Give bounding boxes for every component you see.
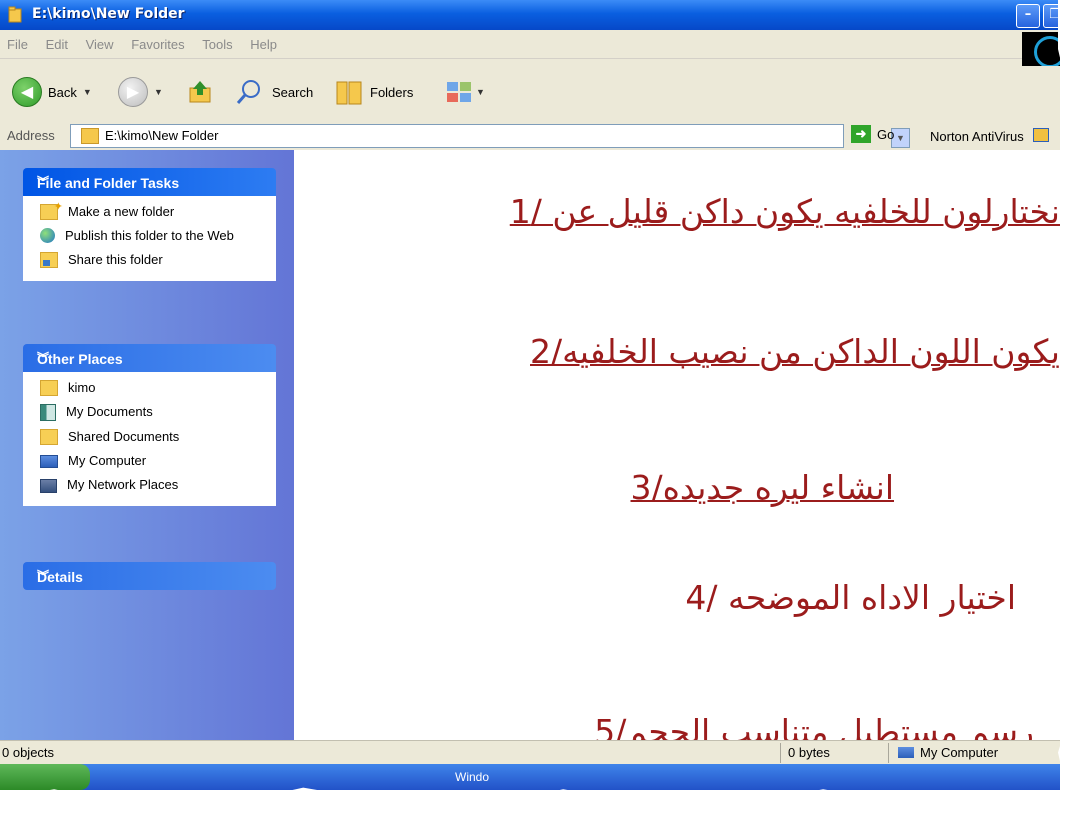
- status-objects: 0 objects: [2, 745, 55, 760]
- toolbar: ◀ Back ▼ ▶ ▼ Search Folders ▼: [0, 66, 1060, 123]
- menu-favorites[interactable]: Favorites: [131, 32, 184, 58]
- other-places-panel: Other Places ︾ kimo My Documents Shared …: [23, 344, 276, 506]
- collapse-chevron-icon[interactable]: ︾: [37, 173, 266, 190]
- windows-logo: [1022, 32, 1060, 68]
- task-label: Make a new folder: [68, 204, 175, 219]
- back-button[interactable]: ◀ Back ▼: [12, 77, 92, 107]
- back-arrow-icon: ◀: [12, 77, 42, 107]
- up-folder-icon: [189, 81, 211, 103]
- collapse-chevron-icon[interactable]: ︾: [37, 349, 266, 366]
- task-publish-folder[interactable]: Publish this folder to the Web: [40, 228, 269, 244]
- network-icon: [40, 479, 57, 493]
- menu-file[interactable]: File: [7, 32, 28, 58]
- folders-icon: [336, 81, 362, 105]
- forward-arrow-icon: ▶: [118, 77, 148, 107]
- place-my-computer[interactable]: My Computer: [40, 453, 269, 469]
- chevron-down-icon[interactable]: ▼: [83, 87, 92, 97]
- place-label: My Computer: [68, 453, 147, 468]
- views-button[interactable]: ▼: [446, 78, 485, 106]
- place-shared-documents[interactable]: Shared Documents: [40, 429, 269, 445]
- instruction-line-2: يكون اللون الداكن من نصيب الخلفيه/2: [530, 332, 1060, 371]
- menu-edit[interactable]: Edit: [46, 32, 68, 58]
- folders-button[interactable]: Folders: [334, 78, 413, 106]
- folder-icon: [8, 6, 24, 23]
- instruction-line-1: نختارلون للخلفيه يكون داكن قليل عن /1: [509, 192, 1060, 231]
- chevron-down-icon: ▼: [476, 87, 485, 97]
- back-label: Back: [48, 84, 77, 100]
- search-label: Search: [272, 84, 314, 100]
- norton-antivirus-button[interactable]: Norton AntiVirus: [930, 128, 1050, 144]
- norton-icon: [1033, 128, 1050, 142]
- computer-icon: [898, 747, 914, 758]
- menu-bar: File Edit View Favorites Tools Help: [0, 32, 1060, 59]
- minimize-button[interactable]: –: [1016, 4, 1040, 28]
- views-icon: [447, 82, 471, 102]
- status-divider: [780, 743, 781, 763]
- menu-help[interactable]: Help: [250, 32, 277, 58]
- menu-view[interactable]: View: [86, 32, 114, 58]
- task-make-new-folder[interactable]: Make a new folder: [40, 199, 269, 220]
- panel-body: kimo My Documents Shared Documents My Co…: [23, 372, 276, 506]
- norton-label: Norton AntiVirus: [930, 129, 1024, 144]
- panel-header[interactable]: File and Folder Tasks ︾: [23, 168, 276, 196]
- taskbar-item[interactable]: Windo: [455, 770, 489, 784]
- file-folder-tasks-panel: File and Folder Tasks ︾ Make a new folde…: [23, 168, 276, 281]
- torn-edge-bottom: [0, 787, 1083, 818]
- window-title: E:\kimo\New Folder: [32, 6, 185, 22]
- start-button[interactable]: [0, 764, 90, 790]
- panel-body: Make a new folder Publish this folder to…: [23, 196, 276, 281]
- address-input[interactable]: E:\kimo\New Folder ▼: [70, 124, 910, 148]
- status-location: My Computer: [898, 745, 998, 760]
- place-my-documents[interactable]: My Documents: [40, 404, 269, 421]
- up-folder-button[interactable]: [188, 78, 214, 106]
- go-arrow-icon: ➜: [851, 125, 871, 143]
- explorer-window: E:\kimo\New Folder – ❐ File Edit View Fa…: [0, 0, 1060, 790]
- new-folder-icon: [40, 199, 63, 220]
- go-label: Go: [877, 126, 895, 142]
- expand-chevron-icon[interactable]: ︾: [37, 567, 266, 584]
- details-panel: Details ︾: [23, 562, 276, 590]
- panel-header[interactable]: Details ︾: [23, 562, 276, 590]
- folders-label: Folders: [370, 84, 414, 100]
- status-bar: 0 objects 0 bytes My Computer: [0, 740, 1060, 765]
- folder-icon: [40, 380, 58, 396]
- forward-button[interactable]: ▶ ▼: [118, 77, 163, 107]
- my-documents-icon: [40, 404, 56, 421]
- task-share-folder[interactable]: Share this folder: [40, 252, 269, 268]
- instruction-line-3: انشاء ليره جديده/3: [630, 468, 895, 507]
- search-icon: [236, 80, 260, 104]
- place-label: kimo: [68, 380, 96, 395]
- restore-button[interactable]: ❐: [1043, 4, 1060, 28]
- status-divider: [888, 743, 889, 763]
- address-value: E:\kimo\New Folder: [105, 128, 219, 143]
- task-label: Share this folder: [68, 252, 163, 267]
- place-label: My Network Places: [67, 477, 179, 492]
- computer-icon: [40, 455, 58, 468]
- status-bytes: 0 bytes: [788, 745, 830, 760]
- place-my-network-places[interactable]: My Network Places: [40, 477, 269, 493]
- place-label: Shared Documents: [68, 429, 180, 444]
- taskbar: Windo: [0, 764, 1060, 790]
- task-pane: File and Folder Tasks ︾ Make a new folde…: [0, 150, 294, 740]
- go-button[interactable]: ➜ Go: [851, 125, 894, 143]
- address-bar: Address E:\kimo\New Folder ▼ ➜ Go Norton…: [0, 122, 1060, 150]
- instruction-line-4: اختيار الاداه الموضحه /4: [685, 578, 1016, 617]
- folder-icon: [81, 128, 99, 144]
- task-label: Publish this folder to the Web: [65, 228, 234, 243]
- menu-tools[interactable]: Tools: [202, 32, 232, 58]
- globe-icon: [40, 228, 55, 243]
- place-label: My Documents: [66, 404, 153, 419]
- folder-content-area[interactable]: نختارلون للخلفيه يكون داكن قليل عن /1 يك…: [294, 150, 1060, 751]
- title-bar[interactable]: E:\kimo\New Folder – ❐: [0, 0, 1060, 30]
- status-location-label: My Computer: [920, 745, 999, 760]
- share-folder-icon: [40, 252, 58, 268]
- folder-icon: [40, 429, 58, 445]
- torn-edge-right: [1058, 0, 1083, 818]
- place-kimo[interactable]: kimo: [40, 380, 269, 396]
- chevron-down-icon[interactable]: ▼: [154, 87, 163, 97]
- search-button[interactable]: Search: [236, 78, 313, 106]
- panel-header[interactable]: Other Places ︾: [23, 344, 276, 372]
- address-label: Address: [7, 128, 55, 143]
